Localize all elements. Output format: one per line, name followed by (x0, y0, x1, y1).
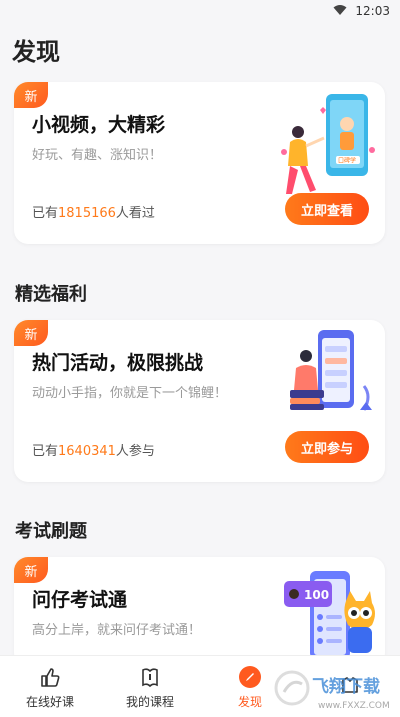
card-title: 热门活动，极限挑战 (32, 352, 204, 374)
video-illustration: 口碑学 (281, 94, 375, 194)
join-now-button[interactable]: 立即参与 (285, 431, 369, 463)
count-value: 1640341 (58, 444, 116, 459)
participant-count: 已有1640341人参与 (32, 440, 155, 459)
exam-illustration: 100 (284, 571, 375, 659)
svg-text:口碑学: 口碑学 (338, 157, 356, 165)
svg-text:www.FXXZ.COM: www.FXXZ.COM (318, 701, 390, 711)
count-suffix: 人看过 (115, 206, 155, 221)
count-value: 1815166 (58, 206, 116, 221)
new-badge: 新 (14, 82, 48, 108)
thumbs-up-icon (38, 665, 62, 689)
wifi-icon (333, 4, 347, 19)
status-time: 12:03 (355, 4, 390, 18)
card-subtitle: 高分上岸，就来问仔考试通！ (32, 623, 202, 638)
count-prefix: 已有 (32, 206, 59, 221)
view-count: 已有1815166人看过 (32, 202, 155, 221)
count-prefix: 已有 (32, 444, 59, 459)
exam-card[interactable]: 新 问仔考试通 高分上岸，就来问仔考试通！ 100 (14, 557, 385, 667)
card-title: 小视频，大精彩 (32, 114, 166, 136)
card-title: 问仔考试通 (32, 589, 128, 611)
watermark-logo: 飞翔下载 www.FXXZ.COM (274, 668, 394, 714)
book-icon (138, 665, 162, 689)
short-video-card[interactable]: 新 小视频，大精彩 好玩、有趣、涨知识！ 已有1815166人看过 立即查看 口… (14, 82, 385, 244)
status-bar: 12:03 (0, 0, 400, 22)
card-subtitle: 好玩、有趣、涨知识！ (32, 148, 163, 163)
nav-label: 发现 (237, 694, 262, 709)
nav-item-my-courses[interactable]: 我的课程 (100, 656, 200, 717)
svg-text:飞翔下载: 飞翔下载 (312, 676, 380, 697)
new-badge: 新 (14, 320, 48, 346)
svg-text:100: 100 (304, 588, 329, 602)
new-badge: 新 (14, 557, 48, 583)
nav-item-online-courses[interactable]: 在线好课 (0, 656, 100, 717)
exam-section-title: 考试刷题 (15, 521, 87, 542)
nav-label: 我的课程 (125, 694, 174, 709)
card-subtitle: 动动小手指，你就是下一个锦鲤！ (32, 386, 228, 401)
nav-label: 在线好课 (25, 694, 74, 709)
hot-activity-card[interactable]: 新 热门活动，极限挑战 动动小手指，你就是下一个锦鲤！ 已有1640341人参与… (14, 320, 385, 482)
activity-illustration (290, 330, 372, 411)
count-suffix: 人参与 (115, 444, 155, 459)
compass-pen-icon (238, 665, 262, 689)
page-title: 发现 (12, 38, 60, 66)
welfare-section-title: 精选福利 (15, 284, 87, 305)
